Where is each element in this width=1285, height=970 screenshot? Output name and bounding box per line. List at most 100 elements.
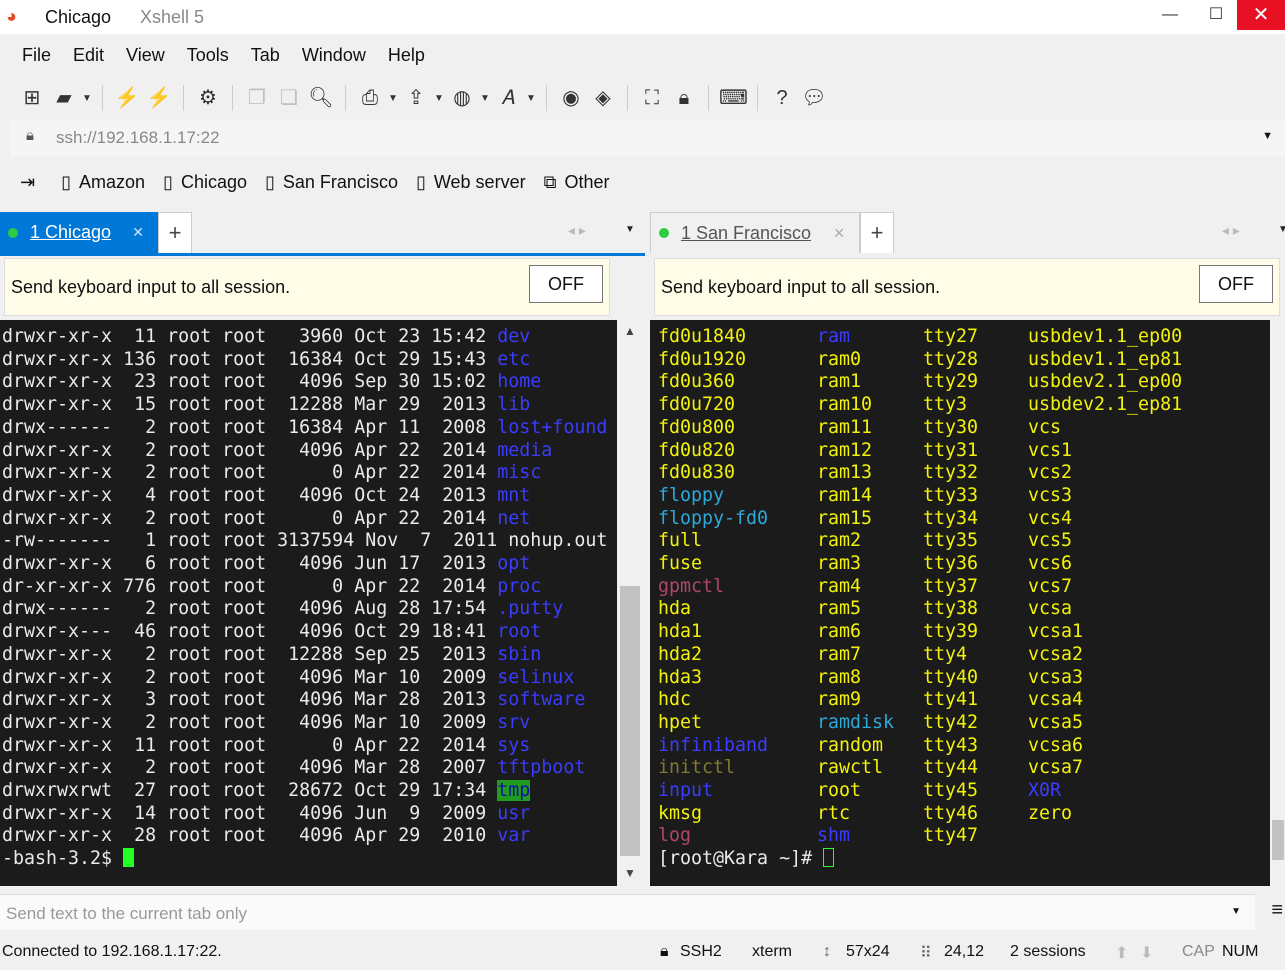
terminal-scrollbar[interactable]: ▲ ▼ bbox=[617, 320, 643, 886]
scroll-up-icon[interactable]: ▲ bbox=[617, 324, 643, 338]
menu-tab[interactable]: Tab bbox=[251, 45, 280, 66]
close-tab-icon[interactable]: ✕ bbox=[833, 225, 845, 242]
tab-list-dropdown-icon[interactable]: ▼ bbox=[625, 224, 635, 235]
menu-edit[interactable]: Edit bbox=[73, 45, 104, 66]
session-properties-icon[interactable]: ⚙ bbox=[194, 84, 222, 112]
menu-tools[interactable]: Tools bbox=[187, 45, 229, 66]
address-url[interactable]: ssh://192.168.1.17:22 bbox=[56, 128, 220, 148]
menu-view[interactable]: View bbox=[126, 45, 165, 66]
print-dropdown-icon[interactable]: ▼ bbox=[388, 93, 398, 104]
tab-chicago[interactable]: 1 Chicago ✕ bbox=[0, 212, 158, 253]
terminal-line: floppy-fd0 ram15 tty34 vcs4 bbox=[658, 508, 1270, 531]
terminal-line: fd0u820 ram12 tty31 vcs1 bbox=[658, 440, 1270, 463]
file-name: media bbox=[497, 439, 553, 461]
session-up-icon[interactable]: ⬆ bbox=[1115, 943, 1128, 963]
device-entry: usbdev2.1_ep00 bbox=[1028, 371, 1183, 393]
left-session-pane: 1 Chicago ✕ + ◂ ▸ ▼ Send keyboard input … bbox=[0, 210, 645, 888]
fullscreen-icon[interactable]: ⛶ bbox=[638, 84, 666, 112]
maximize-button[interactable]: ☐ bbox=[1193, 0, 1239, 30]
help-icon[interactable]: ? bbox=[768, 84, 796, 112]
device-entry: ram bbox=[817, 326, 851, 347]
send-bar: Send text to the current tab only ▼ ≡ bbox=[0, 892, 1285, 932]
font-dropdown-icon[interactable]: ▼ bbox=[526, 93, 536, 104]
new-tab-button[interactable]: + bbox=[158, 212, 192, 253]
tab-nav-arrows-icon[interactable]: ◂ ▸ bbox=[1222, 222, 1240, 239]
terminal-line: -rw------- 1 root root 3137594 Nov 7 201… bbox=[2, 530, 617, 553]
xftp-icon[interactable]: ◉ bbox=[557, 84, 585, 112]
scroll-thumb[interactable] bbox=[1272, 820, 1284, 860]
paste-icon: ❏ bbox=[280, 87, 298, 109]
terminal-line: drwxr-xr-x 2 root root 4096 Apr 22 2014 … bbox=[2, 440, 617, 463]
device-entry: tty38 bbox=[923, 598, 979, 620]
prompt: [root@Kara ~]# bbox=[658, 848, 824, 870]
terminal-chicago[interactable]: drwxr-xr-x 11 root root 3960 Oct 23 15:4… bbox=[0, 320, 617, 886]
lock-icon[interactable]: 🔒︎ bbox=[670, 84, 698, 112]
menu-file[interactable]: File bbox=[22, 45, 51, 66]
terminal-san-francisco[interactable]: fd0u1840 ram tty27 usbdev1.1_ep00 fd0u1920 ra… bbox=[650, 320, 1270, 886]
close-button[interactable]: ✕ bbox=[1237, 0, 1285, 30]
device-entry: tty43 bbox=[923, 734, 979, 756]
tab-nav-arrows-icon[interactable]: ◂ ▸ bbox=[568, 222, 586, 239]
title-bar: ◕ Chicago Xshell 5 — ☐ ✕ bbox=[0, 0, 1285, 34]
globe-dropdown-icon[interactable]: ▼ bbox=[480, 93, 490, 104]
device-entry: X0R bbox=[1028, 780, 1062, 802]
globe-icon[interactable]: ◍ bbox=[448, 84, 476, 112]
toolbar-separator bbox=[345, 85, 346, 111]
open-folder-icon[interactable]: ▰ bbox=[50, 84, 78, 112]
transfer-icon[interactable]: ⇪ bbox=[402, 84, 430, 112]
session-down-icon[interactable]: ⬇ bbox=[1140, 943, 1153, 963]
device-entry: vcsa bbox=[1028, 598, 1073, 620]
broadcast-off-button[interactable]: OFF bbox=[1199, 265, 1273, 303]
scroll-down-icon[interactable]: ▼ bbox=[617, 866, 643, 880]
menu-window[interactable]: Window bbox=[302, 45, 366, 66]
link-web-server[interactable]: ▯ Web server bbox=[416, 172, 526, 193]
device-entry: tty42 bbox=[923, 711, 979, 733]
device-entry: hdc bbox=[658, 689, 692, 711]
address-dropdown-icon[interactable]: ▼ bbox=[1262, 130, 1273, 142]
send-text-input[interactable]: Send text to the current tab only bbox=[0, 894, 1255, 930]
device-entry: ram6 bbox=[817, 621, 862, 643]
device-entry: full bbox=[658, 530, 703, 552]
new-tab-button[interactable]: + bbox=[860, 212, 894, 253]
device-entry: ram4 bbox=[817, 575, 862, 597]
menu-help[interactable]: Help bbox=[388, 45, 425, 66]
xmanager-icon[interactable]: ◈ bbox=[589, 84, 617, 112]
link-san-francisco[interactable]: ▯ San Francisco bbox=[265, 172, 398, 193]
terminal-line: drwxr-xr-x 15 root root 12288 Mar 29 201… bbox=[2, 394, 617, 417]
broadcast-off-button[interactable]: OFF bbox=[529, 265, 603, 303]
link-chicago[interactable]: ▯ Chicago bbox=[163, 172, 247, 193]
device-entry: hda bbox=[658, 598, 692, 620]
file-name: sys bbox=[497, 734, 531, 756]
find-icon[interactable]: 🔍︎ bbox=[307, 84, 335, 112]
terminal-prompt-line: [root@Kara ~]# bbox=[658, 848, 1270, 871]
chat-icon[interactable]: 💬︎ bbox=[800, 84, 828, 112]
keyboard-icon[interactable]: ⌨ bbox=[719, 84, 748, 112]
address-bar[interactable]: 🔒︎ ssh://192.168.1.17:22 ▼ bbox=[10, 120, 1285, 156]
file-name: lib bbox=[497, 394, 531, 416]
link-other[interactable]: ⧉ Other bbox=[544, 172, 610, 193]
font-icon[interactable]: 𝐴 bbox=[494, 84, 522, 112]
file-info: drwxr-xr-x 23 root root 4096 Sep 30 15:0… bbox=[2, 371, 498, 393]
scroll-thumb[interactable] bbox=[620, 586, 640, 856]
terminal-scrollbar[interactable] bbox=[1270, 320, 1285, 886]
tab-row: 1 Chicago ✕ + ◂ ▸ ▼ bbox=[0, 210, 645, 253]
link-amazon[interactable]: ▯ Amazon bbox=[61, 172, 145, 193]
new-session-icon[interactable]: ⊞ bbox=[18, 84, 46, 112]
file-info: drwxr-x--- 46 root root 4096 Oct 29 18:4… bbox=[2, 621, 498, 643]
terminal-line: drwxr-xr-x 2 root root 4096 Mar 10 2009 … bbox=[2, 712, 617, 735]
open-dropdown-icon[interactable]: ▼ bbox=[82, 93, 92, 104]
send-dropdown-icon[interactable]: ▼ bbox=[1231, 906, 1241, 917]
links-icon[interactable]: ⇥ bbox=[20, 172, 43, 193]
file-info: -rw------- 1 root root 3137594 Nov 7 201… bbox=[2, 530, 509, 552]
transfer-dropdown-icon[interactable]: ▼ bbox=[434, 93, 444, 104]
device-entry: rtc bbox=[817, 802, 851, 824]
tab-san-francisco[interactable]: 1 San Francisco ✕ bbox=[650, 212, 860, 253]
minimize-button[interactable]: — bbox=[1147, 0, 1193, 30]
device-entry: tty39 bbox=[923, 621, 979, 643]
print-icon[interactable]: ⎙ bbox=[356, 84, 384, 112]
close-tab-icon[interactable]: ✕ bbox=[132, 224, 144, 241]
device-entry: usbdev1.1_ep81 bbox=[1028, 348, 1183, 370]
tab-list-dropdown-icon[interactable]: ▼ bbox=[1278, 224, 1285, 235]
hamburger-menu-icon[interactable]: ≡ bbox=[1271, 899, 1283, 922]
connect-icon[interactable]: ⚡ bbox=[113, 84, 141, 112]
